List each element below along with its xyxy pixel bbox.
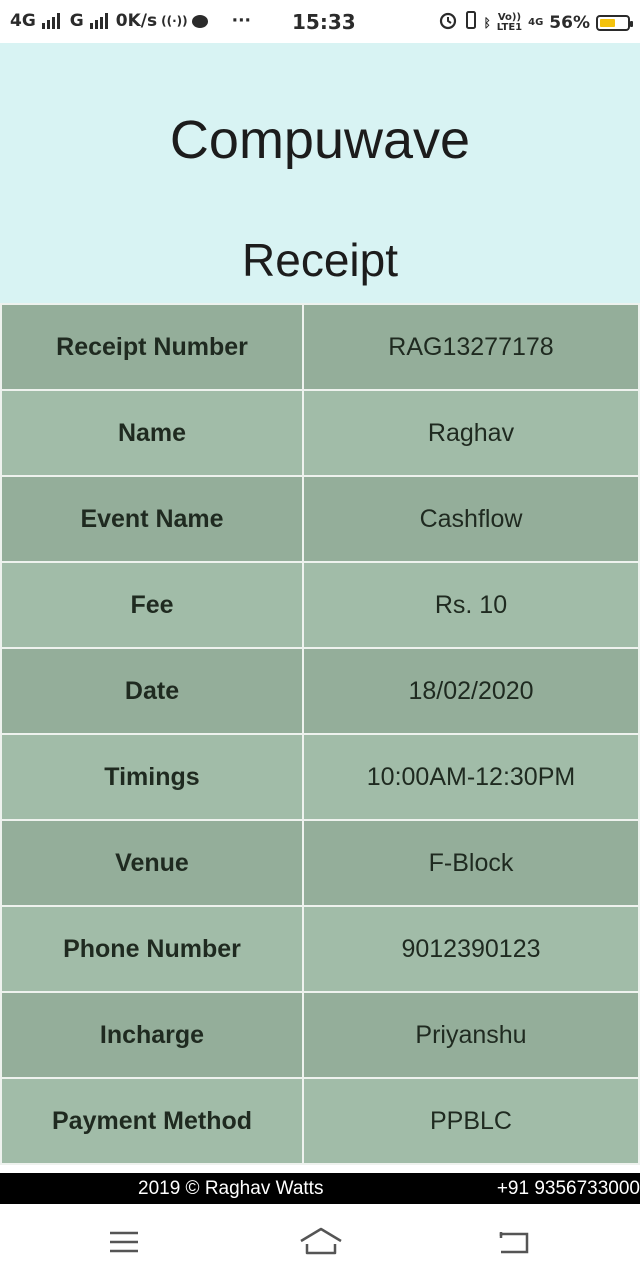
menu-icon[interactable]	[104, 1224, 144, 1260]
navigation-bar	[0, 1204, 640, 1280]
table-row: Timings 10:00AM-12:30PM	[0, 733, 640, 821]
row-value: Raghav	[302, 389, 640, 477]
table-row: Event Name Cashflow	[0, 475, 640, 563]
battery-percent: 56%	[549, 12, 590, 33]
table-row: Fee Rs. 10	[0, 561, 640, 649]
copyright-text: 2019 © Raghav Watts	[138, 1178, 324, 1199]
row-label: Date	[0, 647, 304, 735]
network-type-2: G	[69, 11, 84, 31]
back-icon[interactable]	[495, 1224, 535, 1260]
signal-icon	[89, 13, 108, 29]
table-row: Incharge Priyanshu	[0, 991, 640, 1079]
status-left: 4G G 0K/s ((·)) ···	[10, 11, 251, 31]
footer: 2019 © Raghav Watts +91 9356733000	[0, 1173, 640, 1204]
contact-phone: +91 9356733000	[496, 1178, 640, 1199]
table-row: Date 18/02/2020	[0, 647, 640, 735]
home-icon[interactable]	[298, 1224, 344, 1260]
row-value: 10:00AM-12:30PM	[302, 733, 640, 821]
row-value: 18/02/2020	[302, 647, 640, 735]
table-row: Name Raghav	[0, 389, 640, 477]
row-value: 9012390123	[302, 905, 640, 993]
network-type-1: 4G	[10, 11, 36, 31]
page-title: Receipt	[242, 234, 398, 286]
row-label: Event Name	[0, 475, 304, 563]
network-type-3: 4G	[528, 16, 544, 28]
table-row: Payment Method PPBLC	[0, 1077, 640, 1165]
brand-title: Compuwave	[169, 110, 471, 170]
table-row: Receipt Number RAG13277178	[0, 303, 640, 391]
message-icon	[191, 14, 208, 28]
table-row: Venue F-Block	[0, 819, 640, 907]
data-speed: 0K/s	[115, 11, 158, 31]
status-right: ᛒ Vo)) LTE1 4G 56%	[438, 10, 633, 35]
signal-icon	[41, 13, 60, 29]
row-value: Cashflow	[302, 475, 640, 563]
more-icon: ···	[231, 11, 251, 31]
receipt-table: Receipt Number RAG13277178 Name Raghav Event…	[0, 303, 640, 1165]
row-label: Venue	[0, 819, 304, 907]
row-label: Fee	[0, 561, 304, 649]
volte-icon: Vo)) LTE1	[496, 11, 523, 33]
row-label: Payment Method	[0, 1077, 304, 1165]
row-label: Receipt Number	[0, 303, 304, 391]
row-label: Name	[0, 389, 304, 477]
row-label: Timings	[0, 733, 304, 821]
row-value: RAG13277178	[302, 303, 640, 391]
row-value: Rs. 10	[302, 561, 640, 649]
row-value: PPBLC	[302, 1077, 640, 1165]
hotspot-icon: ((·))	[161, 14, 188, 28]
status-bar: 4G G 0K/s ((·)) ··· 15:33 ᛒ Vo)) LTE1 4G …	[0, 0, 640, 43]
vibrate-icon	[464, 10, 478, 35]
battery-icon	[596, 14, 633, 31]
bluetooth-icon: ᛒ	[483, 15, 491, 30]
alarm-icon	[438, 10, 458, 35]
row-value: F-Block	[302, 819, 640, 907]
row-label: Incharge	[0, 991, 304, 1079]
row-label: Phone Number	[0, 905, 304, 993]
clock: 15:33	[292, 10, 356, 34]
row-value: Priyanshu	[302, 991, 640, 1079]
header: Compuwave Receipt	[0, 43, 640, 305]
table-row: Phone Number 9012390123	[0, 905, 640, 993]
